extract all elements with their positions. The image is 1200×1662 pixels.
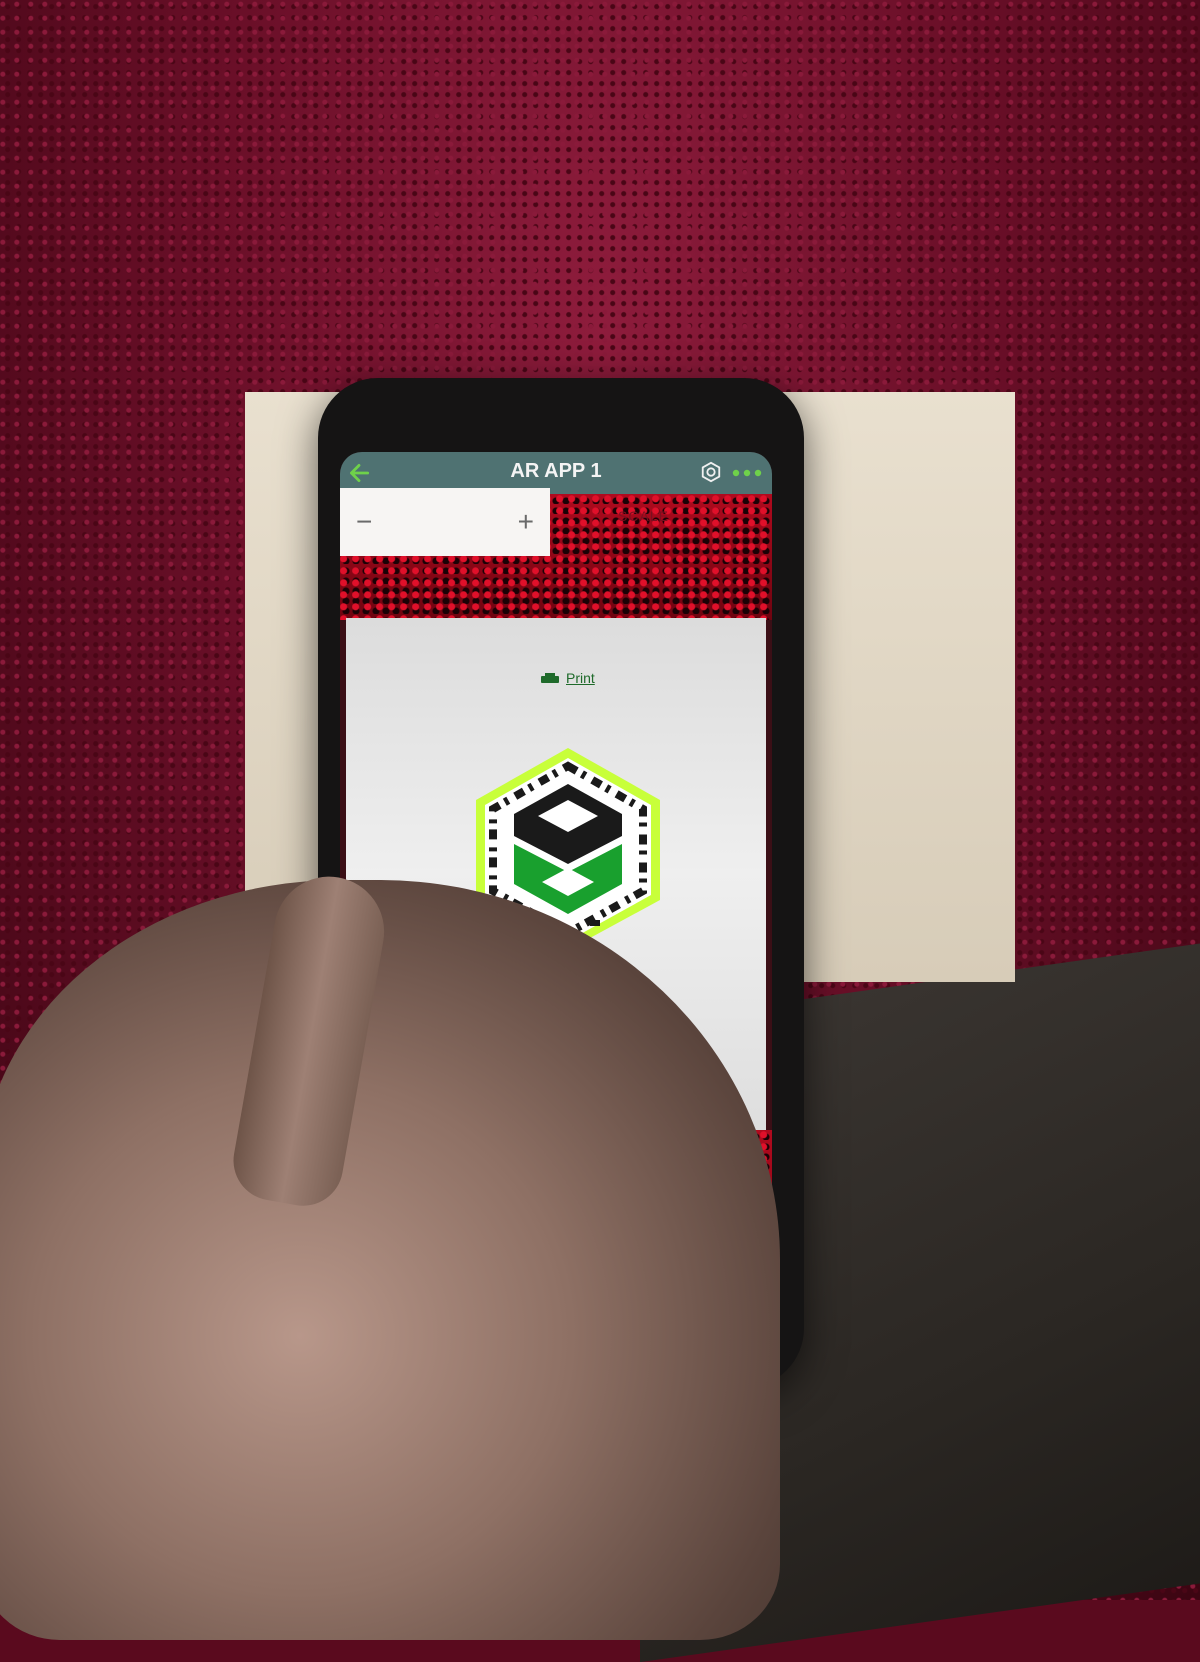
hexagon-settings-icon[interactable]	[700, 461, 722, 483]
hand	[0, 880, 780, 1640]
scale-stepper: − +	[340, 488, 550, 556]
printer-icon	[541, 673, 559, 684]
scale-increment-button[interactable]: +	[518, 508, 534, 536]
print-label: Print	[566, 670, 595, 686]
more-dots-icon[interactable]	[730, 462, 764, 484]
scale-label: SCALE	[618, 508, 669, 524]
scale-decrement-button[interactable]: −	[356, 508, 372, 536]
print-link[interactable]: Print	[540, 670, 595, 686]
